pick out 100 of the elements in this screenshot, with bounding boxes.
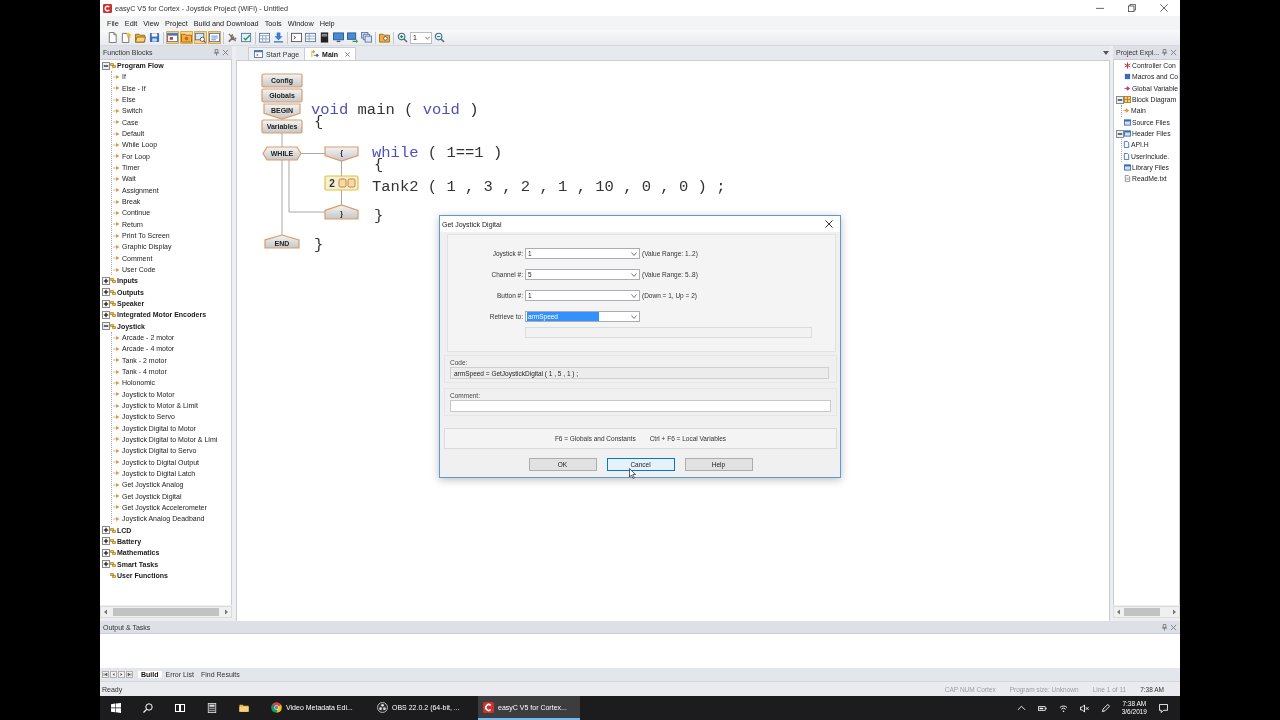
notification-icon[interactable] (1159, 703, 1168, 713)
blank-page-icon[interactable] (106, 31, 119, 44)
zoom-in-icon[interactable] (396, 31, 409, 44)
blocks-icon (110, 300, 116, 308)
function-block[interactable]: 2 (324, 175, 359, 191)
scroll-left-icon[interactable] (103, 609, 108, 615)
download-icon[interactable] (272, 31, 285, 44)
cursor-icon (629, 468, 636, 479)
collapse-icon[interactable] (102, 61, 110, 70)
caret-icon (631, 293, 637, 298)
code-line: } (314, 239, 324, 251)
expand-icon[interactable] (102, 310, 110, 319)
close-icon[interactable] (825, 220, 833, 228)
window-icon (1124, 118, 1131, 126)
blocks-icon (110, 526, 116, 534)
window-icon (1124, 130, 1131, 138)
blocks-icon (110, 537, 116, 545)
monitor-arrow-icon[interactable] (346, 31, 359, 44)
scroll-right-icon[interactable] (1172, 609, 1177, 615)
arrows-icon (310, 50, 320, 58)
blocks-icon (110, 288, 116, 296)
comment-field[interactable] (450, 400, 831, 412)
caret-icon (425, 35, 430, 40)
save-icon[interactable] (148, 31, 161, 44)
close-icon[interactable] (1160, 4, 1168, 12)
collapse-icon[interactable] (1116, 95, 1124, 104)
code-line: } (374, 210, 384, 222)
arrow-icon (1124, 84, 1131, 92)
folder-icon[interactable] (239, 703, 249, 713)
search-icon[interactable] (143, 703, 153, 713)
scrollbar[interactable] (100, 606, 232, 618)
panel-icon[interactable] (208, 31, 221, 44)
code-line: Tank2 ( 1 , 3 , 2 , 1 , 10 , 0 , 0 ) ; (372, 181, 726, 193)
expand-icon[interactable] (102, 288, 110, 297)
pen-icon[interactable] (1100, 703, 1110, 713)
blocks-icon (110, 62, 116, 70)
zoom-out-icon[interactable] (433, 31, 446, 44)
stack-icon[interactable] (360, 31, 373, 44)
scroll-left-icon[interactable] (1116, 609, 1121, 615)
monitor-search-icon[interactable] (194, 31, 207, 44)
scroll-right-icon[interactable] (224, 609, 229, 615)
device-icon[interactable] (318, 31, 331, 44)
scrollbar[interactable] (1113, 606, 1180, 618)
blocks-icon (110, 277, 116, 285)
blocks-icon (110, 311, 116, 319)
browser-icon (271, 701, 282, 713)
calendar-icon[interactable] (258, 31, 271, 44)
window-icon (1124, 164, 1131, 172)
joystick-icon (338, 178, 356, 188)
loop-connector-line (288, 159, 326, 213)
expand-icon[interactable] (102, 537, 110, 546)
terminal-icon[interactable] (290, 31, 303, 44)
blocks-icon (110, 322, 116, 330)
pin-icon[interactable] (213, 49, 220, 56)
caret-icon (631, 272, 637, 277)
collapse-icon[interactable] (102, 322, 110, 331)
diagram-icon (1124, 96, 1131, 104)
open-folder-icon[interactable] (134, 31, 147, 44)
caret-up-icon[interactable] (1016, 703, 1026, 713)
restore-icon[interactable] (1128, 4, 1136, 12)
calculator-icon[interactable] (207, 703, 217, 713)
arrow-icon (1123, 107, 1130, 115)
expand-icon[interactable] (102, 560, 110, 569)
blocks-icon (110, 571, 116, 579)
caret-icon (631, 314, 637, 319)
dropdown-arrow-icon[interactable] (1103, 51, 1109, 55)
app-logo-icon (483, 701, 494, 713)
pin-icon[interactable] (1161, 623, 1168, 631)
blocks-icon (110, 560, 116, 568)
wrench-icon[interactable] (226, 31, 239, 44)
expand-icon[interactable] (102, 299, 110, 308)
window-check-icon[interactable] (240, 31, 253, 44)
volume-muted-icon[interactable] (1079, 703, 1089, 713)
windows-logo-icon[interactable] (111, 703, 121, 713)
connector-line (281, 132, 283, 148)
expand-icon[interactable] (102, 276, 110, 285)
skip-left-icon[interactable] (102, 671, 109, 678)
wifi-icon[interactable] (1058, 703, 1068, 713)
battery-icon[interactable] (1037, 703, 1047, 713)
expand-icon[interactable] (102, 526, 110, 535)
expand-icon[interactable] (102, 548, 110, 557)
page-star-icon[interactable] (120, 31, 133, 44)
circle-logo-icon (377, 701, 388, 713)
scrollbar-thumb[interactable] (1124, 608, 1160, 616)
window-icon (254, 50, 263, 58)
collapse-icon[interactable] (1116, 129, 1124, 138)
monitor-icon[interactable] (332, 31, 345, 44)
skip-right-icon[interactable] (126, 671, 133, 678)
scrollbar-thumb[interactable] (113, 608, 219, 616)
caret-icon (631, 251, 637, 256)
pin-icon[interactable] (1161, 49, 1168, 56)
table-icon[interactable] (304, 31, 317, 44)
folder-search-icon[interactable] (378, 31, 391, 44)
app-logo-icon (103, 3, 112, 13)
text-field[interactable] (525, 327, 812, 338)
asterisk-icon (1124, 62, 1131, 70)
blocks-icon (110, 549, 116, 557)
window-icon[interactable] (166, 31, 179, 44)
task-view-icon[interactable] (175, 703, 185, 713)
page-icon (1124, 175, 1131, 183)
